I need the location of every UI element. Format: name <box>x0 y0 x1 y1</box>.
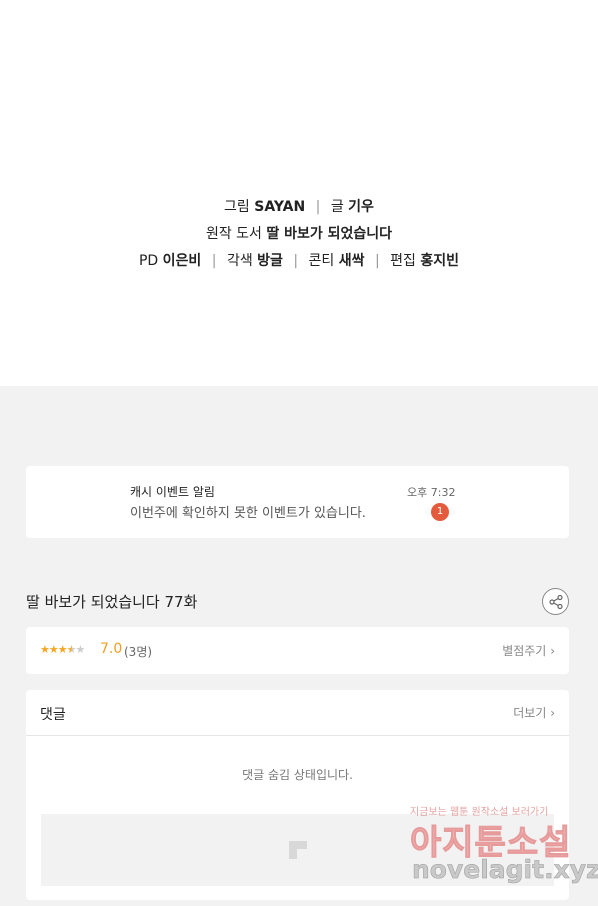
adapt-label: 각색 <box>226 253 253 269</box>
edit-value: 홍지빈 <box>420 253 460 269</box>
pd-value: 이은비 <box>162 253 202 269</box>
conti-value: 새싹 <box>338 253 365 269</box>
adapt-value: 방글 <box>257 253 283 269</box>
chevron-right-icon: › <box>550 644 555 658</box>
rating-box: ★★★★★ 7.0 (3명) 별점주기 › <box>26 627 569 674</box>
conti-label: 콘티 <box>308 253 335 269</box>
comments-header: 댓글 더보기 › <box>26 690 569 736</box>
star-icon: ★ <box>48 643 59 656</box>
more-label: 더보기 <box>513 706 547 720</box>
separator: | <box>315 199 321 215</box>
star-icon: ★ <box>57 643 68 656</box>
star-rating: ★★★★★ <box>40 643 86 656</box>
empty-star-icon: ★ <box>75 643 86 656</box>
credits-panel: 그림 SAYAN | 글 기우 원작 도서 딸 바보가 되었습니다 PD 이은비… <box>0 0 598 386</box>
share-button[interactable] <box>542 588 569 615</box>
credit-line-art-story: 그림 SAYAN | 글 기우 <box>0 196 598 216</box>
separator: | <box>211 253 217 269</box>
rate-label: 별점주기 <box>502 644 547 658</box>
original-value: 딸 바보가 되었습니다 <box>266 226 393 242</box>
separator: | <box>293 253 299 269</box>
credit-line-original: 원작 도서 딸 바보가 되었습니다 <box>0 223 598 243</box>
rating-score: 7.0 <box>100 641 123 657</box>
rate-button[interactable]: 별점주기 › <box>502 642 555 659</box>
star-icon: ★ <box>40 643 50 656</box>
original-label: 원작 도서 <box>205 226 262 242</box>
unread-count-badge: 1 <box>431 503 449 521</box>
half-star-icon: ★ <box>66 643 77 656</box>
separator: | <box>374 253 380 269</box>
credit-line-staff: PD 이은비 | 각색 방글 | 콘티 새싹 | 편집 홍지빈 <box>0 250 598 270</box>
story-value: 기우 <box>348 199 374 215</box>
episode-title: 딸 바보가 되었습니다 77화 <box>26 593 198 611</box>
comments-box: 댓글 더보기 › 댓글 숨김 상태입니다. <box>26 690 569 900</box>
story-label: 글 <box>330 199 344 215</box>
edit-label: 편집 <box>390 253 416 269</box>
comments-title: 댓글 <box>40 707 66 723</box>
cash-event-notification[interactable]: 캐시 이벤트 알림 이번주에 확인하지 못한 이벤트가 있습니다. 오후 7:3… <box>26 466 569 538</box>
comments-hidden-note: 댓글 숨김 상태입니다. <box>242 768 353 782</box>
art-label: 그림 <box>224 199 250 215</box>
art-value: SAYAN <box>254 199 306 215</box>
share-icon <box>549 594 563 610</box>
pd-label: PD <box>138 253 159 269</box>
comment-placeholder-area[interactable] <box>41 814 554 886</box>
image-placeholder-icon <box>289 841 307 859</box>
more-comments-button[interactable]: 더보기 › <box>513 704 555 721</box>
chevron-right-icon: › <box>550 706 555 720</box>
notification-body: 이번주에 확인하지 못한 이벤트가 있습니다. <box>130 506 366 521</box>
notification-title: 캐시 이벤트 알림 <box>130 485 215 499</box>
notification-time: 오후 7:32 <box>407 486 456 499</box>
rating-count: (3명) <box>124 645 153 659</box>
